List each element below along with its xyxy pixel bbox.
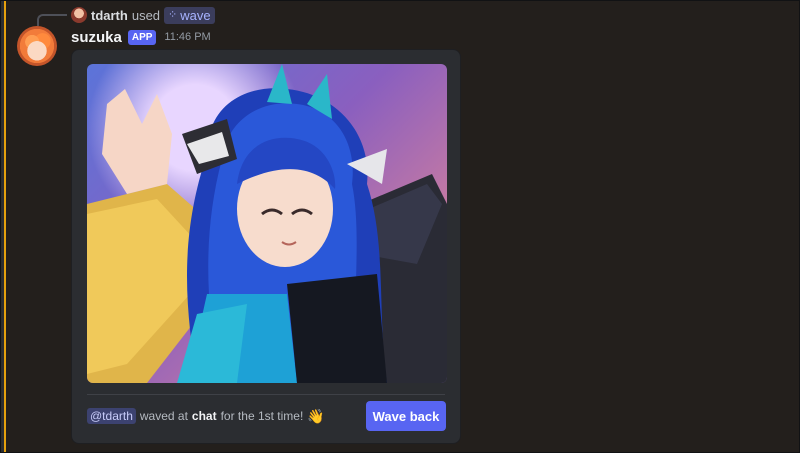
- reply-user-name[interactable]: tdarth: [91, 8, 128, 23]
- card-divider: [87, 394, 445, 395]
- user-mention[interactable]: @tdarth: [87, 408, 136, 424]
- notice-text-after: for the 1st time!: [220, 409, 304, 423]
- wave-back-button[interactable]: Wave back: [366, 401, 446, 431]
- wave-gif-image[interactable]: [87, 64, 447, 383]
- embed-card: @tdarth waved at chat for the 1st time! …: [71, 49, 461, 444]
- reply-spine: [37, 14, 67, 26]
- wave-notice: @tdarth waved at chat for the 1st time! …: [87, 407, 325, 425]
- chat-window: tdarth used ⁘ wave suzuka APP 11:46 PM @…: [0, 0, 800, 453]
- slash-command-icon: ⁘: [168, 8, 178, 21]
- command-reply-line[interactable]: tdarth used ⁘ wave: [71, 6, 215, 24]
- notice-bold-word: chat: [191, 409, 217, 423]
- author-avatar[interactable]: [17, 26, 57, 66]
- reply-user-avatar[interactable]: [71, 7, 87, 23]
- author-name[interactable]: suzuka: [71, 29, 122, 46]
- anime-character-illustration: [87, 64, 447, 383]
- app-badge: APP: [127, 29, 157, 45]
- reply-used-text: used: [131, 7, 161, 23]
- command-name: wave: [180, 7, 211, 23]
- message-timestamp[interactable]: 11:46 PM: [164, 31, 210, 43]
- command-chip[interactable]: ⁘ wave: [164, 6, 215, 24]
- waving-hand-icon: 👋: [307, 407, 325, 424]
- mention-highlight-bar: [4, 1, 6, 452]
- notice-text-before: waved at: [139, 409, 188, 423]
- message-header: suzuka APP 11:46 PM: [71, 28, 211, 46]
